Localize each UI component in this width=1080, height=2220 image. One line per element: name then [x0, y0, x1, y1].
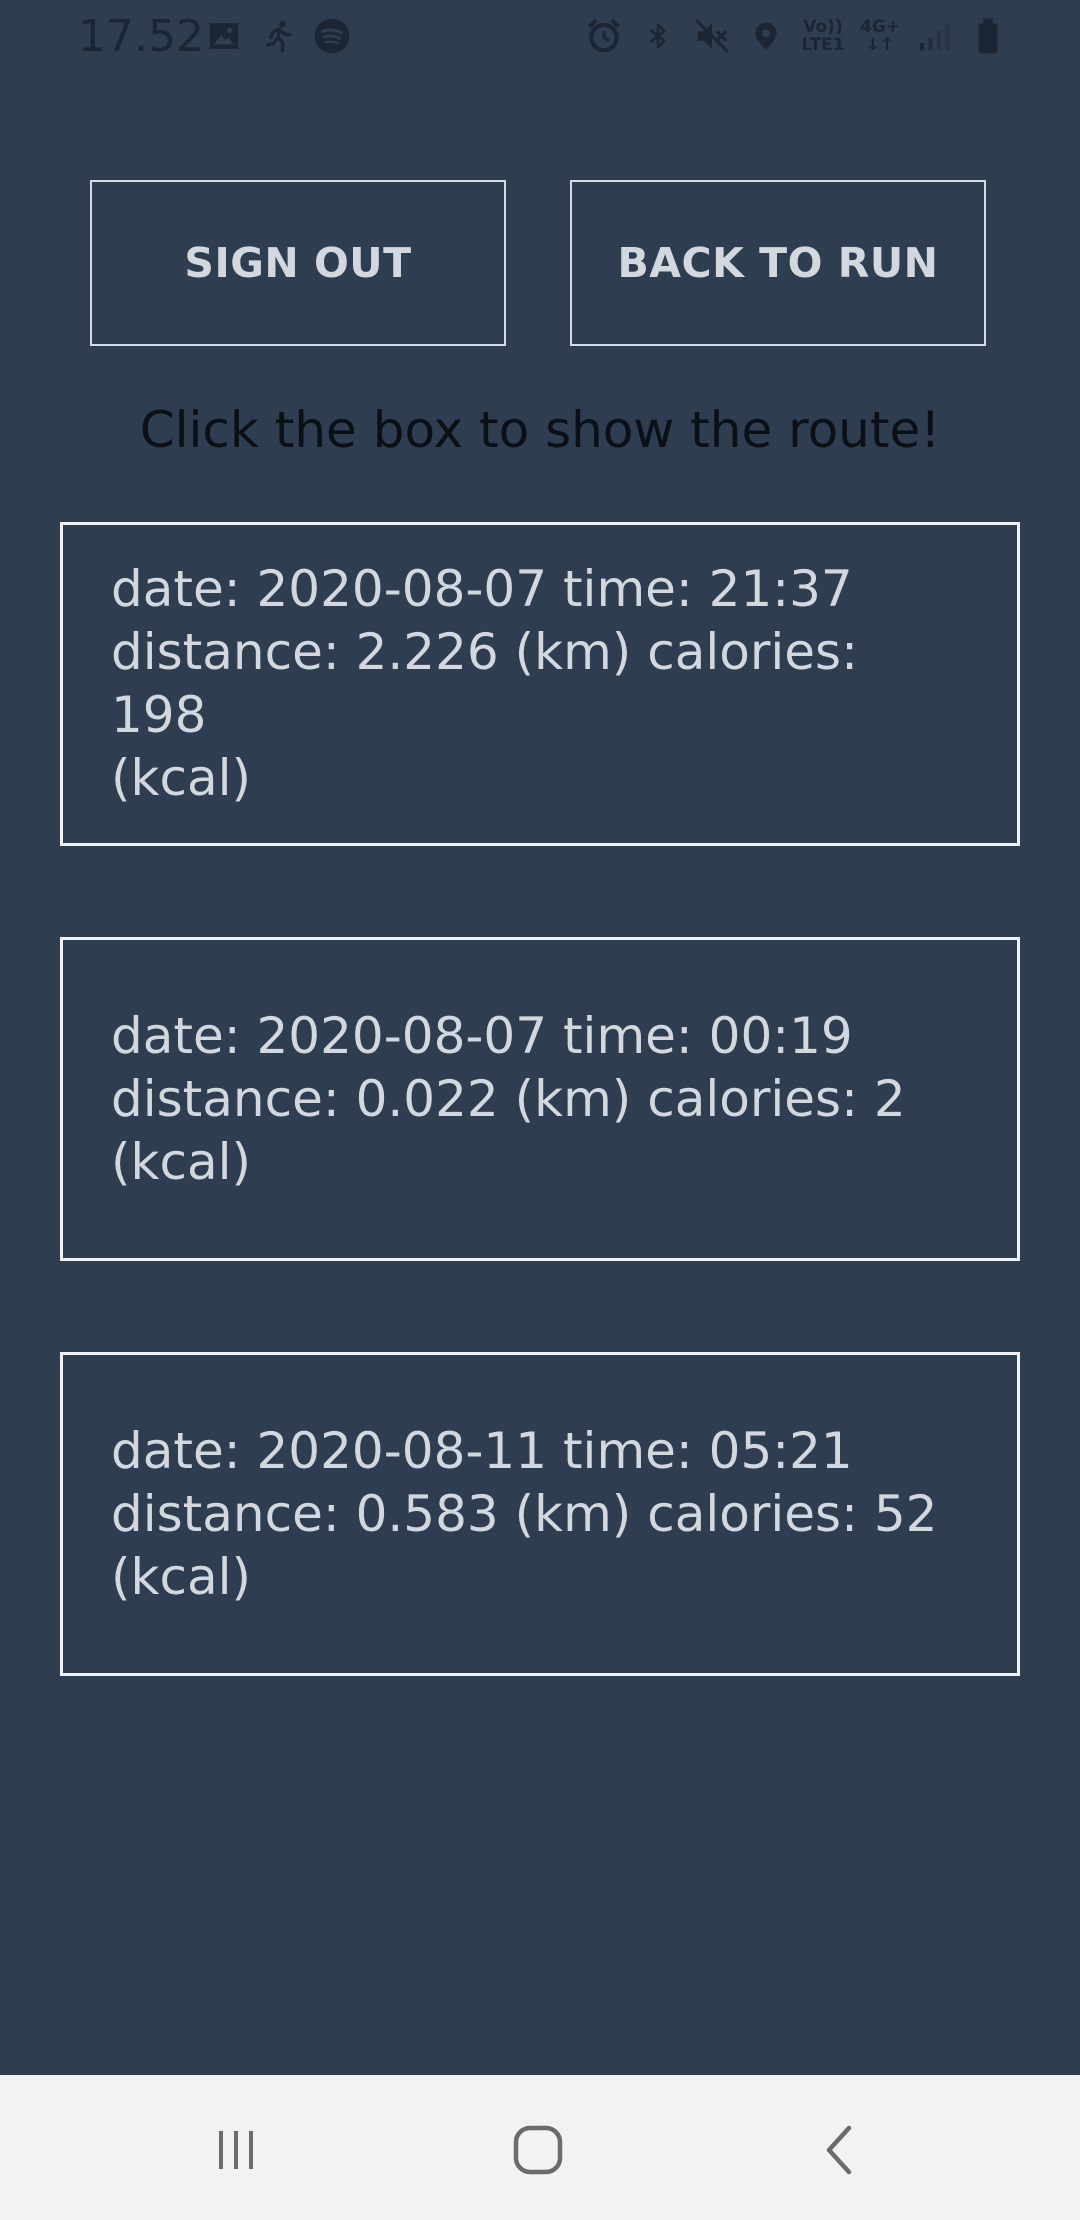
run-card-text: date: 2020-08-07 time: 21:37 distance: 2… — [111, 560, 858, 807]
signal-icon — [914, 14, 954, 58]
status-right-icons: Vo)) LTE1 4G+ ↓↑ — [584, 14, 1008, 58]
alarm-icon — [584, 14, 624, 58]
spotify-icon — [312, 14, 352, 58]
mute-icon — [692, 14, 732, 58]
status-time: 17.52 — [78, 11, 204, 62]
run-card-text: date: 2020-08-11 time: 05:21 distance: 0… — [111, 1421, 938, 1606]
4g-icon: 4G+ ↓↑ — [859, 17, 901, 55]
status-left-icons — [204, 14, 352, 58]
location-icon — [746, 14, 786, 58]
home-icon[interactable] — [498, 2115, 578, 2185]
running-icon — [258, 14, 298, 58]
run-card-text: date: 2020-08-07 time: 00:19 distance: 0… — [111, 1006, 906, 1191]
recents-icon[interactable] — [196, 2115, 276, 2185]
volte-icon: Vo)) LTE1 — [801, 17, 845, 55]
status-bar: 17.52 Vo)) LTE1 4G+ ↓↑ — [0, 0, 1080, 72]
run-card[interactable]: date: 2020-08-11 time: 05:21 distance: 0… — [60, 1352, 1020, 1676]
instruction-text: Click the box to show the route! — [139, 401, 941, 459]
image-icon — [204, 14, 244, 58]
bluetooth-icon — [638, 14, 678, 58]
navigation-bar — [0, 2075, 1080, 2220]
battery-icon — [968, 14, 1008, 58]
back-icon[interactable] — [800, 2115, 880, 2185]
sign-out-button[interactable]: SIGN OUT — [90, 180, 506, 346]
run-card[interactable]: date: 2020-08-07 time: 21:37 distance: 2… — [60, 522, 1020, 846]
run-card[interactable]: date: 2020-08-07 time: 00:19 distance: 0… — [60, 937, 1020, 1261]
back-to-run-button[interactable]: BACK TO RUN — [570, 180, 986, 346]
